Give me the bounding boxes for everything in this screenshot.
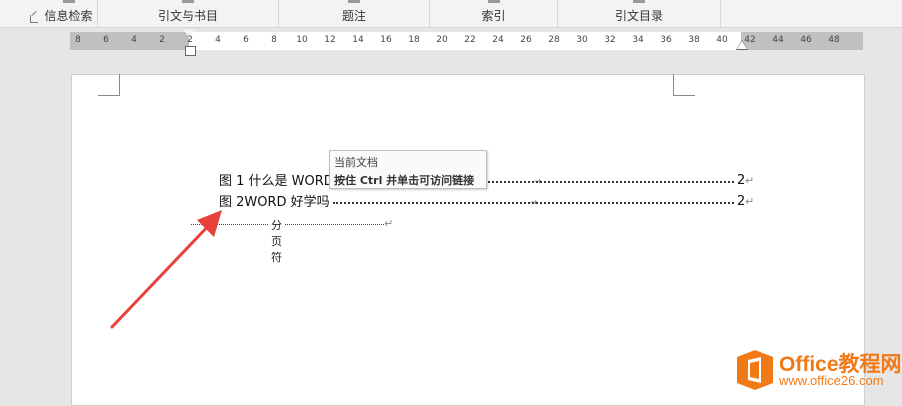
ruler-number: 8 [75,35,81,45]
hyperlink-tooltip: 当前文档 按住 Ctrl 并单击可访问链接 [329,150,487,189]
paragraph-mark-icon: ↵ [745,195,755,208]
ruler-number: 2 [159,35,165,45]
ruler-number: 42 [744,35,756,45]
group-label-toa: 引文目录 [614,9,663,23]
ruler-number: 8 [271,35,277,45]
ruler-number: 18 [408,35,420,45]
ruler-number: 12 [324,35,336,45]
ruler-number: 30 [576,35,588,45]
ruler-number: 16 [380,35,392,45]
ruler-number: 6 [243,35,249,45]
toc-entry-1-text[interactable]: 图 1 什么是 WORD [219,174,334,189]
ruler-number: 6 [103,35,109,45]
ruler-number: 48 [828,35,840,45]
site-watermark: Office教程网 www.office26.com [735,346,902,398]
ruler-number: 4 [215,35,221,45]
ruler-number: 34 [632,35,644,45]
group-index[interactable]: 索引 [430,0,558,27]
ruler-number: 32 [604,35,616,45]
toc-entry-2[interactable]: 图 2WORD 好学吗 [219,194,330,212]
collapsed-control-stub [182,0,194,3]
ruler-number: 20 [436,35,448,45]
ruler-number: 46 [800,35,812,45]
group-citations-bibliography[interactable]: 引文与书目 [98,0,279,27]
group-captions[interactable]: 题注 [279,0,430,27]
ruler-number: 26 [520,35,532,45]
group-research[interactable]: 信息检索 [40,0,98,27]
group-label-index: 索引 [481,9,506,23]
ruler-number: 38 [688,35,700,45]
paragraph-mark-icon: ↵ [384,217,394,230]
tab-mark-icon: → [534,177,542,187]
ruler-number: 44 [772,35,784,45]
page-break-label: 分页符 [269,217,284,265]
collapsed-control-stub [633,0,645,3]
left-indent-marker[interactable] [185,46,196,56]
ruler-number: 2 [187,35,193,45]
collapsed-control-stub [348,0,360,3]
tab-mark-icon: → [530,198,538,208]
crop-mark-top-left [98,74,120,96]
ruler-number: 10 [296,35,308,45]
group-label-citations: 引文与书目 [157,9,218,23]
group-label-research: 信息检索 [44,9,93,23]
toc-entry-2-text[interactable]: 图 2WORD 好学吗 [219,195,330,210]
annotation-arrow-icon [110,210,222,329]
tooltip-title: 当前文档 [334,156,378,169]
crop-mark-top-right [673,74,695,96]
ruler-number: 36 [660,35,672,45]
ruler-number: 22 [464,35,476,45]
ruler-number: 24 [492,35,504,45]
ribbon-group-bar: 信息检索 引文与书目 题注 索引 引文目录 [0,0,902,28]
group-table-of-authorities[interactable]: 引文目录 [558,0,721,27]
horizontal-ruler-area: 8 6 4 2 2 4 6 8 10 12 14 16 18 20 22 24 26 28 30 32 34 36 38 40… [0,28,902,56]
toc-entry-1[interactable]: 图 1 什么是 WORD [219,173,334,191]
tooltip-hint: 按住 Ctrl 并单击可访问链接 [334,174,475,187]
group-label-captions: 题注 [341,9,366,23]
collapsed-control-stub [487,0,500,3]
ruler-number: 28 [548,35,560,45]
ruler-number: 4 [131,35,137,45]
toc-leader-1 [484,181,734,183]
collapsed-control-stub [62,0,75,3]
dialog-launcher-icon[interactable] [30,15,38,23]
office-logo-icon [737,350,773,390]
ruler-number: 40 [716,35,728,45]
horizontal-ruler[interactable]: 8 6 4 2 2 4 6 8 10 12 14 16 18 20 22 24 26 28 30 32 34 36 38 40… [70,30,863,56]
paragraph-mark-icon: ↵ [745,174,755,187]
watermark-url: www.office26.com [779,373,884,388]
ruler-number: 14 [352,35,364,45]
